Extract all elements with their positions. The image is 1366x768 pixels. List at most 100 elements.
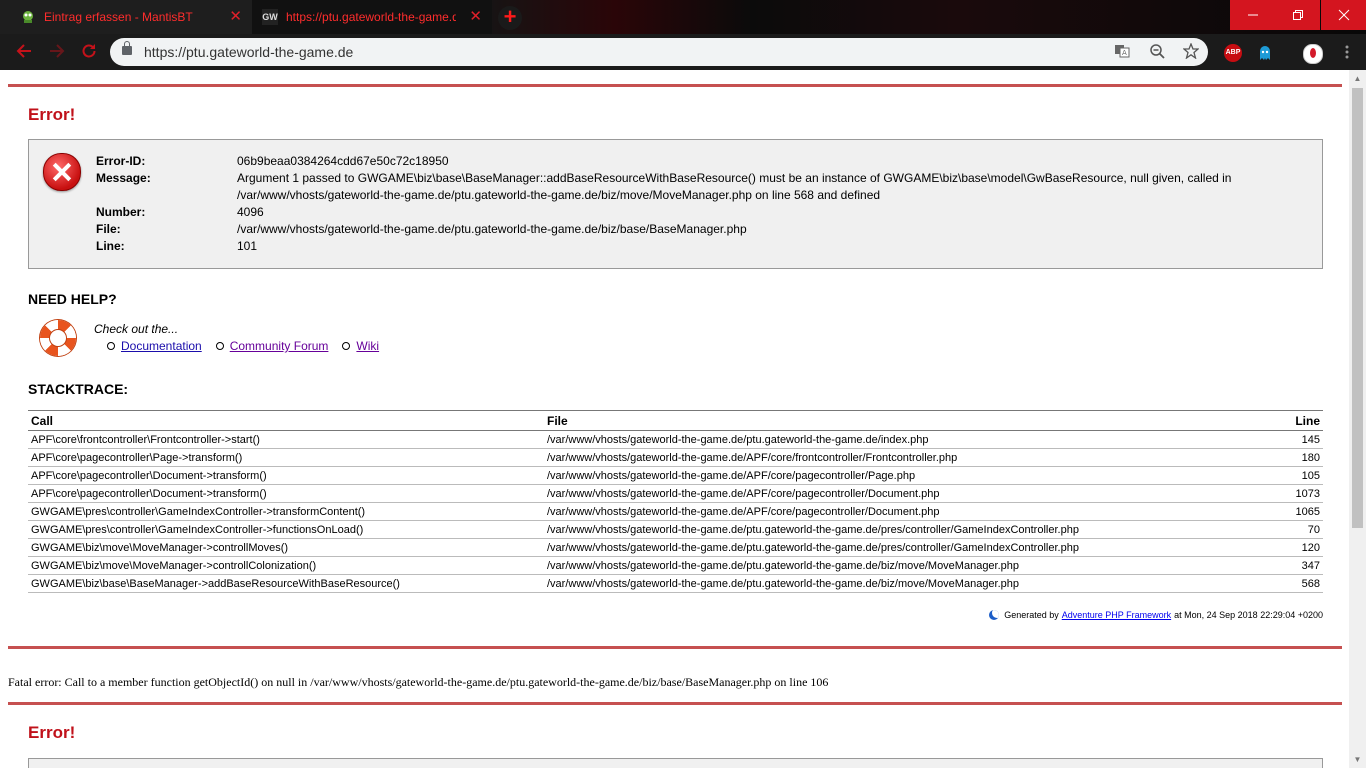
generated-prefix: Generated by [1004,610,1059,620]
trace-file-cell: /var/www/vhosts/gateworld-the-game.de/AP… [544,484,1190,503]
zoom-icon[interactable] [1148,43,1166,61]
trace-call-cell: APF\core\pagecontroller\Document->transf… [28,466,544,485]
trace-call-cell: APF\core\frontcontroller\Frontcontroller… [28,430,544,449]
forward-arrow-icon[interactable] [47,42,67,62]
adblock-plus-icon[interactable]: ABP [1224,44,1242,62]
divider [8,702,1342,705]
table-row: GWGAME\pres\controller\GameIndexControll… [28,502,1323,521]
table-row: APF\core\frontcontroller\Frontcontroller… [28,430,1323,449]
column-header-file: File [544,410,1190,431]
trace-file-cell: /var/www/vhosts/gateworld-the-game.de/pt… [544,556,1190,575]
bullet-icon [215,342,224,350]
error-details-box-2 [28,758,1323,768]
menu-dots-icon[interactable] [1338,44,1356,62]
trace-file-cell: /var/www/vhosts/gateworld-the-game.de/pt… [544,430,1190,449]
trace-line-cell: 105 [1190,466,1323,485]
table-row: GWGAME\pres\controller\GameIndexControll… [28,520,1323,539]
message-value: Argument 1 passed to GWGAME\biz\base\Bas… [237,171,1232,202]
lock-icon [122,41,132,55]
browser-toolbar: https://ptu.gateworld-the-game.de A ABP [0,34,1366,70]
error-title-2: Error! [28,723,76,742]
back-arrow-icon[interactable] [14,42,34,62]
trace-file-cell: /var/www/vhosts/gateworld-the-game.de/pt… [544,574,1190,593]
community-forum-link[interactable]: Community Forum [230,339,329,353]
file-value: /var/www/vhosts/gateworld-the-game.de/pt… [237,222,747,236]
trace-file-cell: /var/www/vhosts/gateworld-the-game.de/pt… [544,538,1190,557]
bookmark-star-icon[interactable] [1182,42,1200,61]
trace-call-cell: GWGAME\biz\move\MoveManager->controllCol… [28,556,544,575]
trace-file-cell: /var/www/vhosts/gateworld-the-game.de/AP… [544,466,1190,485]
trace-call-cell: APF\core\pagecontroller\Page->transform(… [28,448,544,467]
lifebuoy-icon [40,320,76,356]
generated-suffix: at Mon, 24 Sep 2018 22:29:04 +0200 [1174,610,1323,620]
table-row: APF\core\pagecontroller\Page->transform(… [28,448,1323,467]
profile-avatar-icon[interactable] [1303,44,1323,64]
framework-link[interactable]: Adventure PHP Framework [1062,610,1171,620]
trace-call-cell: GWGAME\pres\controller\GameIndexControll… [28,502,544,521]
line-value: 101 [237,239,258,253]
bullet-icon [107,342,115,350]
tab-title: Eintrag erfassen - MantisBT [44,10,193,24]
page-content: Error! Error-ID: 06b9beaa0384264cdd67e50… [0,70,1349,768]
help-intro: Check out the... [94,322,179,336]
trace-file-cell: /var/www/vhosts/gateworld-the-game.de/AP… [544,448,1190,467]
trace-line-cell: 120 [1190,538,1323,557]
restore-icon[interactable] [1275,0,1320,30]
tab-mantisbt[interactable]: Eintrag erfassen - MantisBT ✕ [0,0,252,34]
new-tab-button[interactable]: + [498,6,522,30]
column-header-line: Line [1190,410,1323,431]
apf-logo-icon [989,610,1000,620]
tab-strip: Eintrag erfassen - MantisBT ✕ GW https:/… [0,0,1366,34]
gateworld-favicon-icon: GW [262,9,278,25]
minimize-icon[interactable] [1230,0,1275,30]
generated-footer: Generated by Adventure PHP Framework at … [989,610,1323,620]
trace-line-cell: 568 [1190,574,1323,593]
close-tab-icon[interactable]: ✕ [469,9,482,24]
table-header-row: Call File Line [28,410,1323,431]
trace-line-cell: 1073 [1190,484,1323,503]
vertical-scrollbar[interactable]: ▲ ▼ [1349,70,1366,768]
message-label: Message: [96,171,151,185]
help-heading: NEED HELP? [28,291,117,307]
scroll-up-icon[interactable]: ▲ [1349,70,1366,87]
translate-icon[interactable]: A [1113,43,1131,61]
fatal-error-message: Fatal error: Call to a member function g… [8,675,829,689]
table-row: GWGAME\biz\base\BaseManager->addBaseReso… [28,574,1323,593]
help-links: Documentation Community Forum Wiki [93,339,393,353]
trace-file-cell: /var/www/vhosts/gateworld-the-game.de/pt… [544,520,1190,539]
table-row: GWGAME\biz\move\MoveManager->controllMov… [28,538,1323,557]
table-row: GWGAME\biz\move\MoveManager->controllCol… [28,556,1323,575]
url-text: https://ptu.gateworld-the-game.de [144,44,354,60]
table-row: APF\core\pagecontroller\Document->transf… [28,484,1323,503]
trace-line-cell: 347 [1190,556,1323,575]
address-bar[interactable]: https://ptu.gateworld-the-game.de A [110,38,1208,66]
wiki-link[interactable]: Wiki [356,339,379,353]
trace-line-cell: 1065 [1190,502,1323,521]
error-id-value: 06b9beaa0384264cdd67e50c72c18950 [237,154,449,168]
trace-call-cell: GWGAME\biz\move\MoveManager->controllMov… [28,538,544,557]
trace-line-cell: 70 [1190,520,1323,539]
stacktrace-heading: STACKTRACE: [28,381,129,397]
divider [8,84,1342,87]
table-row: APF\core\pagecontroller\Document->transf… [28,466,1323,485]
tab-gateworld[interactable]: GW https://ptu.gateworld-the-game.de ✕ [252,0,492,34]
trace-call-cell: APF\core\pagecontroller\Document->transf… [28,484,544,503]
reload-icon[interactable] [79,42,99,62]
trace-line-cell: 145 [1190,430,1323,449]
error-x-icon [43,153,81,191]
scroll-thumb[interactable] [1352,88,1363,528]
mantis-favicon-icon [20,9,36,25]
window-close-icon[interactable] [1321,0,1366,30]
trace-file-cell: /var/www/vhosts/gateworld-the-game.de/AP… [544,502,1190,521]
error-id-label: Error-ID: [96,154,146,168]
line-label: Line: [96,239,125,253]
documentation-link[interactable]: Documentation [121,339,202,353]
divider [8,646,1342,649]
bullet-icon [342,342,351,350]
number-value: 4096 [237,205,264,219]
scroll-down-icon[interactable]: ▼ [1349,751,1366,768]
ghostery-icon[interactable] [1256,44,1274,62]
error-title: Error! [28,105,76,124]
close-tab-icon[interactable]: ✕ [229,9,242,24]
number-label: Number: [96,205,146,219]
